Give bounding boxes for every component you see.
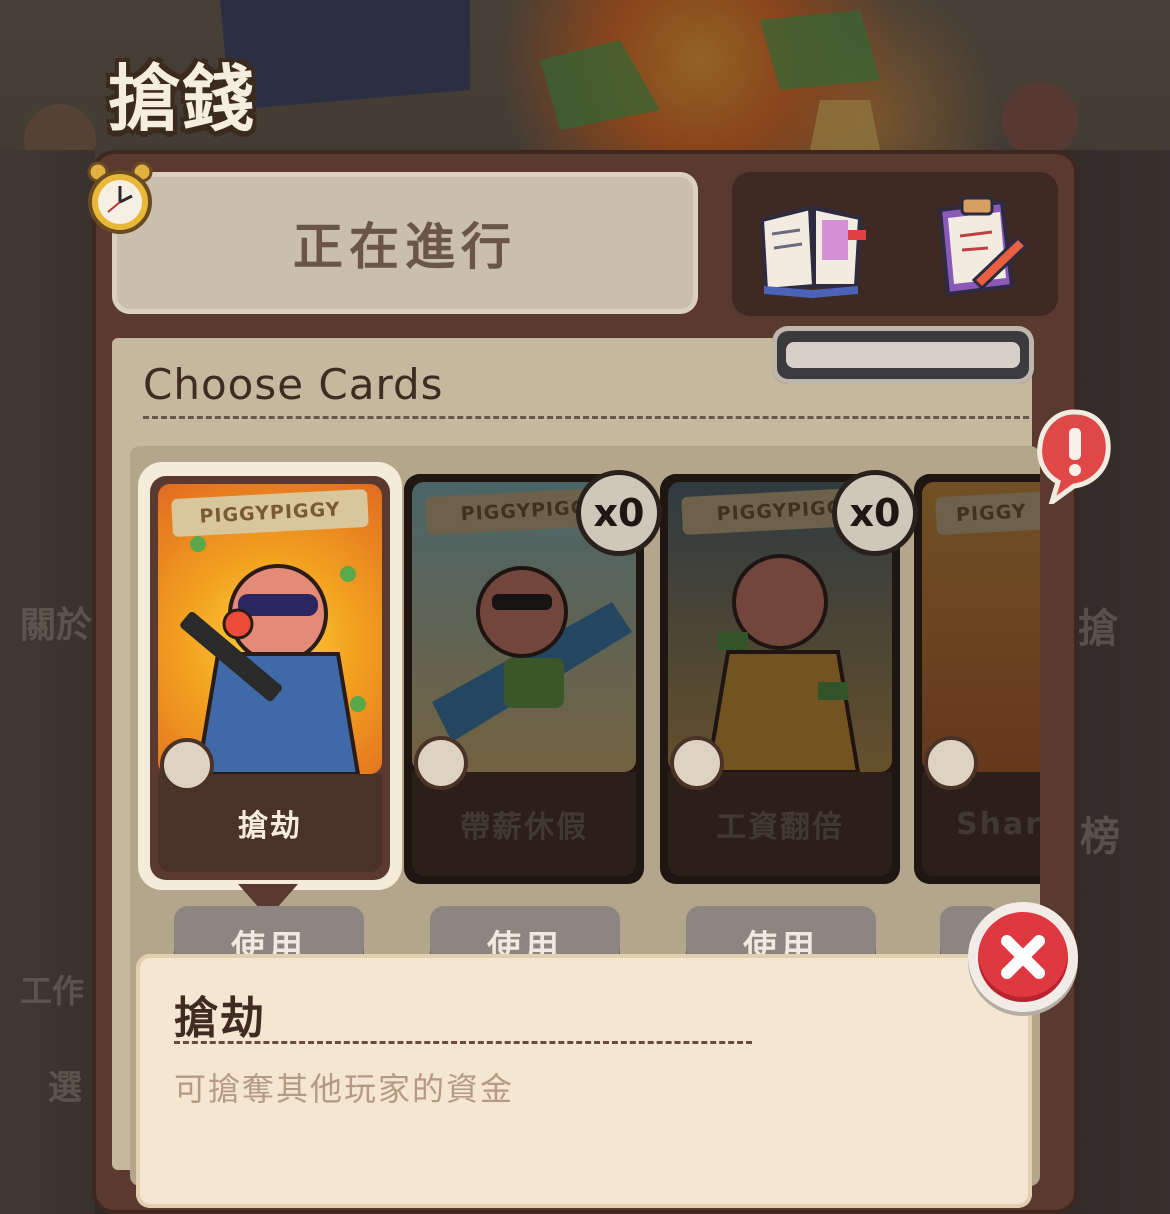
detail-divider xyxy=(174,1041,752,1044)
card-name: 工資翻倍 xyxy=(716,810,844,845)
card-count-badge: x0 xyxy=(832,470,918,556)
card-sharing[interactable]: PIGGY Shari xyxy=(914,474,1040,884)
card-clip: PIGGY Shari xyxy=(914,474,1040,894)
exclamation-alert-icon[interactable] xyxy=(1034,408,1112,504)
card-name: 搶劫 xyxy=(238,809,302,844)
screen-title: 搶錢 xyxy=(108,57,257,141)
detail-title: 搶劫 xyxy=(174,993,266,1044)
card-name: 帶薪休假 xyxy=(460,810,588,845)
document-icon xyxy=(924,736,978,790)
card-banner: PIGGY xyxy=(935,486,1040,536)
card-robbery[interactable]: PIGGYPIGGY 搶劫 xyxy=(150,476,390,880)
notebook-icon[interactable] xyxy=(752,190,872,300)
grenade-icon xyxy=(160,738,214,792)
detail-description: 可搶奪其他玩家的資金 xyxy=(174,1070,515,1108)
alarm-clock-icon xyxy=(87,161,153,234)
heading-divider xyxy=(143,416,1029,419)
status-label: 正在進行 xyxy=(293,218,517,276)
status-box: 正在進行 xyxy=(112,172,698,314)
card-art xyxy=(922,482,1040,772)
fruit-icon xyxy=(670,736,724,790)
card-count-badge: x0 xyxy=(576,470,662,556)
close-x-glyph xyxy=(1001,935,1045,979)
clipboard-pen-icon[interactable] xyxy=(912,190,1032,300)
close-button[interactable] xyxy=(968,902,1078,1012)
clipboard-clip-inner xyxy=(786,342,1020,368)
close-icon xyxy=(978,912,1068,1002)
ring-icon xyxy=(414,736,468,790)
choose-cards-heading: Choose Cards xyxy=(143,360,444,409)
card-name: Shari xyxy=(956,806,1040,842)
